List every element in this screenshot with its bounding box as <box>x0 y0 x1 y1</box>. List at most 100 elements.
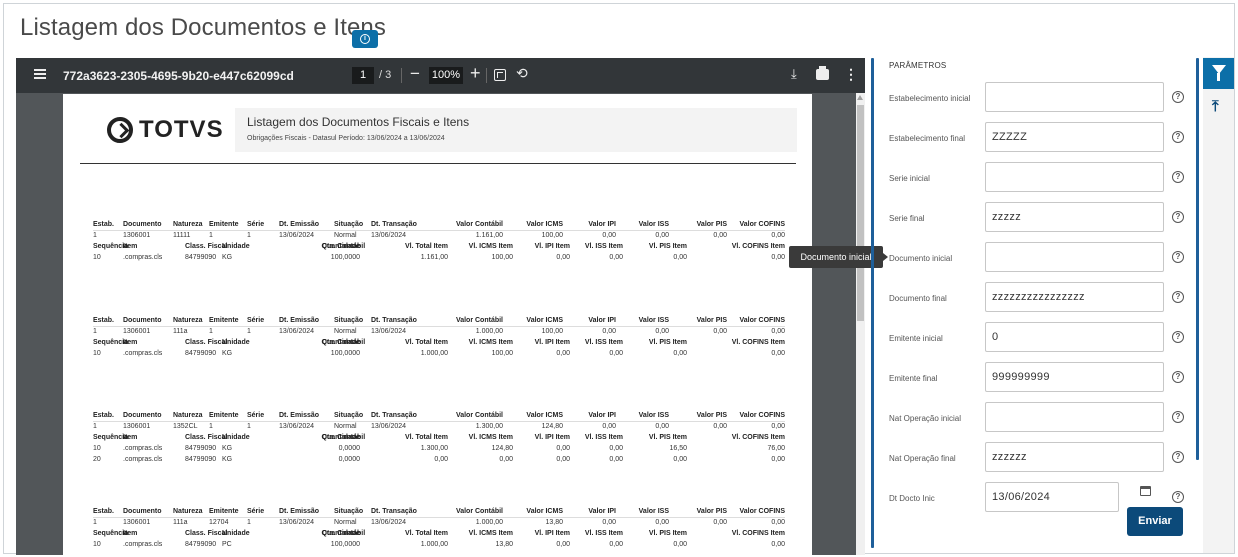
report-cell: Normal <box>334 423 357 430</box>
report-cell: 1 <box>93 232 97 239</box>
help-icon[interactable]: ? <box>1172 371 1184 383</box>
scroll-up-arrow[interactable] <box>857 95 863 100</box>
toolbar-divider <box>486 68 487 83</box>
report-cell: 0,00 <box>771 456 785 463</box>
print-icon[interactable] <box>816 66 829 80</box>
report-cell: Vl. PIS Item <box>648 243 687 250</box>
item-row: 10 .compras.cls 84799090 KG 0,0000 1.300,00 12… <box>93 444 785 455</box>
report-cell: 0,00 <box>602 423 616 430</box>
report-cell: 1.300,00 <box>475 423 503 430</box>
help-icon[interactable]: ? <box>1172 91 1184 103</box>
report-cell: 1306001 <box>123 328 151 335</box>
report-cell: 111a <box>173 519 188 526</box>
param-input[interactable]: zzzzzzzzzzzzzzzz <box>985 282 1164 312</box>
upload-icon[interactable]: ⤒ <box>1212 98 1219 115</box>
report-cell: Valor ISS <box>638 317 669 324</box>
report-cell: Dt. Emissão <box>279 317 320 324</box>
report-cell: KG <box>222 254 233 261</box>
info-button[interactable]: i <box>352 30 378 48</box>
fit-page-icon[interactable] <box>494 69 506 81</box>
param-label: Serie inicial <box>889 174 930 183</box>
report-cell: Vl. COFINS Item <box>731 243 785 250</box>
report-cell: 1.161,00 <box>420 254 448 261</box>
calendar-icon[interactable] <box>1140 486 1151 496</box>
report-cell: 84799090 <box>185 456 217 463</box>
help-icon[interactable]: ? <box>1172 131 1184 143</box>
report-cell: 0,00 <box>771 232 785 239</box>
param-input[interactable] <box>985 402 1164 432</box>
help-icon[interactable]: ? <box>1172 331 1184 343</box>
report-cell: 0,00 <box>602 519 616 526</box>
download-icon[interactable]: ⤓ <box>791 66 797 82</box>
panel-border-right[interactable] <box>1196 58 1199 460</box>
filter-tab[interactable] <box>1203 58 1234 89</box>
rotate-icon[interactable]: ⟲ <box>516 65 528 82</box>
report-cell: 100,00 <box>541 232 563 239</box>
menu-icon[interactable] <box>34 69 46 79</box>
param-input[interactable] <box>985 242 1164 272</box>
param-input[interactable]: 999999999 <box>985 362 1164 392</box>
tooltip: Documento inicial <box>789 246 888 268</box>
report-cell: Valor ISS <box>638 221 669 228</box>
param-input[interactable]: zzzzz <box>985 202 1164 232</box>
zoom-in-icon[interactable]: + <box>470 63 481 84</box>
report-cell: 0,00 <box>556 456 570 463</box>
help-icon[interactable]: ? <box>1172 451 1184 463</box>
info-icon: i <box>360 34 370 44</box>
report-cell: Emitente <box>209 508 239 515</box>
help-icon[interactable]: ? <box>1172 491 1184 503</box>
report-cell: Valor COFINS <box>739 221 785 228</box>
report-cell: Série <box>247 221 265 228</box>
scroll-thumb[interactable] <box>857 105 864 321</box>
page-number-input[interactable]: 1 <box>352 67 374 84</box>
report-cell: Vl. COFINS Item <box>731 530 785 537</box>
report-cell: 100,0000 <box>330 350 360 357</box>
help-icon[interactable]: ? <box>1172 291 1184 303</box>
report-cell: Emitente <box>209 317 239 324</box>
report-cell: Natureza <box>173 508 203 515</box>
report-cell: 0,0000 <box>338 445 360 452</box>
report-cell: Valor Contábil <box>455 412 503 419</box>
report-cell: 1 <box>247 519 251 526</box>
report-cell: Vl. PIS Item <box>648 530 687 537</box>
report-cell: Dt. Transação <box>371 412 417 419</box>
report-cell: Valor PIS <box>696 317 727 324</box>
report-cell: Vl. ICMS Item <box>468 243 513 250</box>
pdf-viewer[interactable]: 772a3623-2305-4695-9b20-e447c62099cd 1 /… <box>16 58 865 555</box>
report-cell: 0,00 <box>771 328 785 335</box>
param-input[interactable]: zzzzzz <box>985 442 1164 472</box>
report-header-row: Estab. Documento Natureza Emitente Série Dt. … <box>93 411 785 422</box>
report-cell: 84799090 <box>185 254 217 261</box>
report-cell: Cta. Contábil <box>322 243 366 250</box>
param-input[interactable] <box>985 82 1164 112</box>
report-cell: 0,00 <box>609 254 623 261</box>
report-cell: 100,00 <box>541 328 563 335</box>
report-cell: Vl. Total Item <box>404 243 448 250</box>
report-cell: Natureza <box>173 412 203 419</box>
report-cell: Valor ISS <box>638 412 669 419</box>
zoom-input[interactable]: 100% <box>429 67 463 84</box>
report-cell: Série <box>247 508 265 515</box>
report-cell: 16,50 <box>669 445 687 452</box>
report-cell: 0,00 <box>499 456 513 463</box>
more-options-icon[interactable]: ⋮ <box>844 66 858 83</box>
report-cell: 0,00 <box>602 232 616 239</box>
report-record: Estab. Documento Natureza Emitente Série Dt. … <box>93 507 785 551</box>
report-cell: 0,00 <box>556 254 570 261</box>
report-cell: 13/06/2024 <box>279 519 315 526</box>
help-icon[interactable]: ? <box>1172 171 1184 183</box>
submit-button[interactable]: Enviar <box>1127 507 1183 536</box>
report-cell: 0,00 <box>673 350 687 357</box>
help-icon[interactable]: ? <box>1172 411 1184 423</box>
help-icon[interactable]: ? <box>1172 211 1184 223</box>
report-cell: 10 <box>93 254 101 261</box>
param-input[interactable] <box>985 162 1164 192</box>
zoom-out-icon[interactable]: − <box>410 64 420 84</box>
help-icon[interactable]: ? <box>1172 251 1184 263</box>
report-cell: 13/06/2024 <box>279 328 315 335</box>
report-cell: Cta. Contábil <box>322 530 366 537</box>
pdf-scrollbar[interactable] <box>856 93 865 555</box>
param-input[interactable]: ZZZZZ <box>985 122 1164 152</box>
param-input[interactable]: 0 <box>985 322 1164 352</box>
param-input[interactable]: 13/06/2024 <box>985 482 1119 512</box>
